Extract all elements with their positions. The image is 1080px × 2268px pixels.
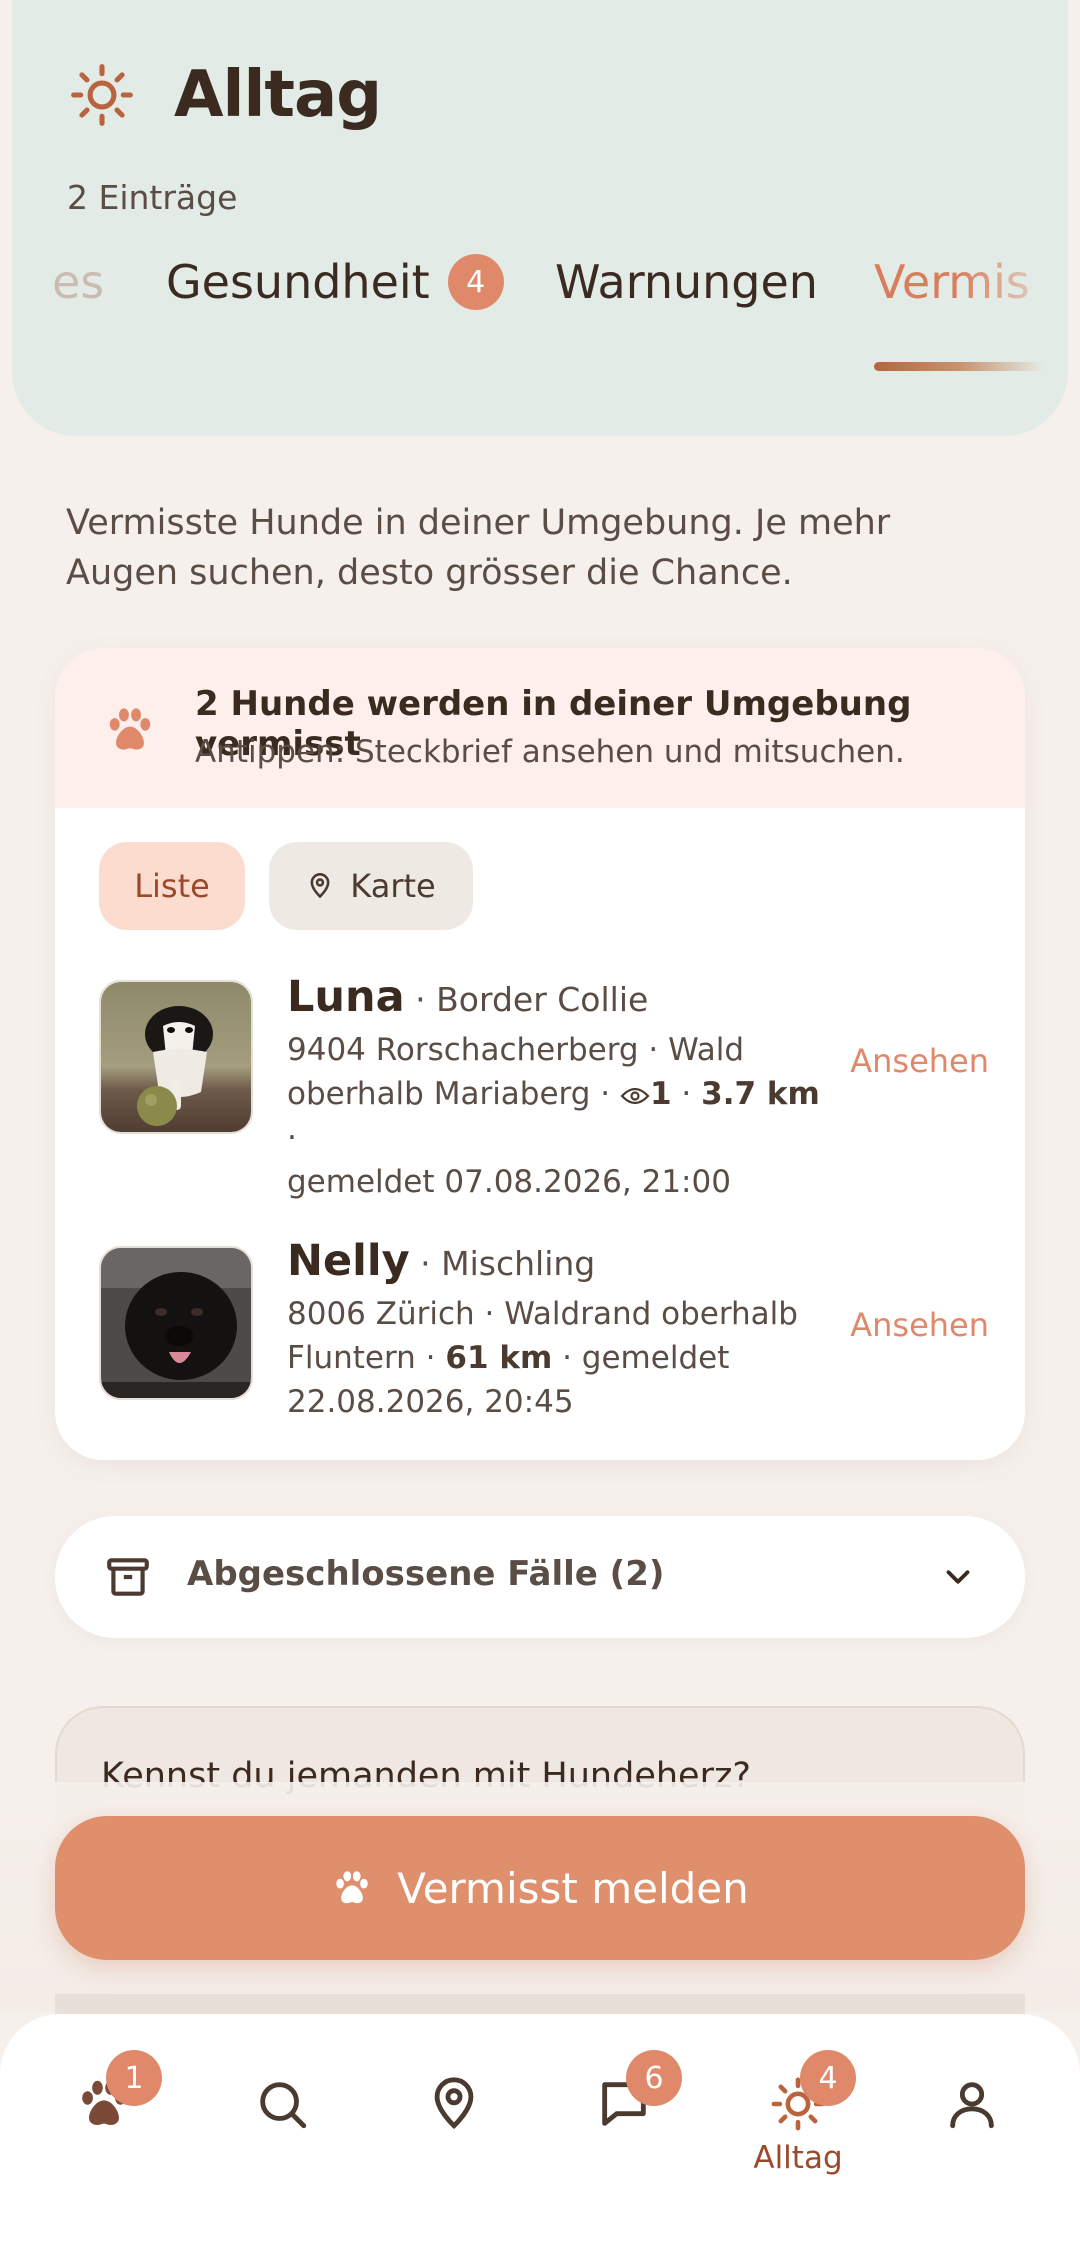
dog-location-cont: oberhalb Mariaberg · xyxy=(287,1076,620,1112)
dog-photo xyxy=(99,1246,253,1400)
chevron-down-icon xyxy=(946,1570,970,1584)
dog-breed: · Mischling xyxy=(409,1244,596,1283)
missing-dog-item[interactable]: Luna · Border Collie 9404 Rorschacherber… xyxy=(99,972,989,1200)
eye-icon xyxy=(620,1087,650,1104)
nav-search[interactable] xyxy=(232,2054,332,2154)
list-view-button[interactable]: Liste xyxy=(99,842,245,930)
map-pin-icon xyxy=(310,873,330,899)
dog-details: 8006 Zürich · Waldrand oberhalb Fluntern… xyxy=(287,1292,827,1424)
map-pin-icon xyxy=(434,2077,474,2130)
title-row: Alltag xyxy=(68,58,382,132)
missing-dogs-card: 2 Hunde werden in deiner Umgebung vermis… xyxy=(55,648,1025,1460)
view-dog-link[interactable]: Ansehen xyxy=(850,1306,989,1344)
dog-reported: gemeldet 07.08.2026, 21:00 xyxy=(287,1164,731,1200)
alert-subtitle: Antippen: Steckbrief ansehen und mitsuch… xyxy=(195,734,905,770)
nav-chat[interactable]: 6 xyxy=(574,2050,682,2154)
nav-dogs[interactable]: 1 xyxy=(54,2050,162,2154)
missing-dog-item[interactable]: Nelly · Mischling 8006 Zürich · Waldrand… xyxy=(99,1236,989,1426)
bottom-navigation: 1 6 4 Alltag xyxy=(0,2014,1080,2268)
tab-label: es xyxy=(52,255,105,309)
nav-profile[interactable] xyxy=(922,2054,1022,2154)
archive-icon xyxy=(107,1558,149,1596)
tab-label: Warnungen xyxy=(555,255,818,309)
closed-cases-accordion[interactable]: Abgeschlossene Fälle (2) xyxy=(55,1516,1025,1638)
dog-location: 8006 Zürich · Waldrand oberhalb xyxy=(287,1296,798,1332)
tabs-fade xyxy=(958,232,1068,332)
dog-reported: 22.08.2026, 20:45 xyxy=(287,1384,574,1420)
tab-gesundheit[interactable]: Gesundheit 4 xyxy=(166,232,504,332)
dog-title: Luna · Border Collie xyxy=(287,972,648,1022)
dog-title: Nelly · Mischling xyxy=(287,1236,595,1286)
paw-icon xyxy=(336,1871,368,1904)
nav-map[interactable] xyxy=(404,2054,504,2154)
dog-photo xyxy=(99,980,253,1134)
nav-alltag-label: Alltag xyxy=(753,2140,843,2176)
category-tabs: es Gesundheit 4 Warnungen Vermis xyxy=(12,232,1068,342)
page-title: Alltag xyxy=(174,58,382,132)
intro-text: Vermisste Hunde in deiner Umgebung. Je m… xyxy=(66,503,891,593)
nav-alltag[interactable]: 4 xyxy=(748,2050,856,2154)
dog-location: 9404 Rorschacherberg · Wald xyxy=(287,1032,745,1068)
view-dog-link[interactable]: Ansehen xyxy=(850,1042,989,1080)
tab-badge: 4 xyxy=(447,254,504,310)
dog-location-cont: Fluntern · xyxy=(287,1340,446,1376)
dog-name: Luna xyxy=(287,972,405,1022)
dog-meta: Fluntern · 61 km · gemeldet xyxy=(287,1336,827,1380)
closed-cases-label: Abgeschlossene Fälle (2) xyxy=(187,1554,665,1594)
active-tab-indicator xyxy=(874,362,1044,371)
report-missing-button[interactable]: Vermisst melden xyxy=(55,1816,1025,1960)
report-missing-label: Vermisst melden xyxy=(397,1863,749,1913)
notification-badge: 1 xyxy=(106,2050,162,2106)
tab-label: Gesundheit xyxy=(166,255,430,309)
list-view-label: Liste xyxy=(134,867,210,905)
missing-alert-banner[interactable]: 2 Hunde werden in deiner Umgebung vermis… xyxy=(55,648,1025,808)
page-header: Alltag 2 Einträge es Gesundheit 4 Warnun… xyxy=(12,0,1068,436)
sun-icon xyxy=(71,64,133,126)
notification-badge: 6 xyxy=(626,2050,682,2106)
dog-reported-prefix: · gemeldet xyxy=(552,1340,730,1376)
dog-distance: 3.7 km xyxy=(701,1076,820,1112)
dog-meta: oberhalb Mariaberg · 1 · 3.7 km · xyxy=(287,1076,820,1156)
tab-warnungen[interactable]: Warnungen xyxy=(555,232,818,332)
profile-icon xyxy=(950,2082,994,2129)
dog-distance: 61 km xyxy=(445,1340,553,1376)
dog-name: Nelly xyxy=(287,1236,410,1286)
dog-breed: · Border Collie xyxy=(404,980,649,1019)
notification-badge: 4 xyxy=(800,2050,856,2106)
paw-icon xyxy=(109,708,151,750)
entry-count: 2 Einträge xyxy=(67,178,238,217)
map-view-label: Karte xyxy=(350,867,436,905)
map-view-button[interactable]: Karte xyxy=(269,842,473,930)
view-count: 1 xyxy=(650,1076,672,1112)
dog-details: 9404 Rorschacherberg · Wald oberhalb Mar… xyxy=(287,1028,827,1204)
tab-previous[interactable]: es xyxy=(52,232,104,332)
search-icon xyxy=(260,2082,307,2129)
